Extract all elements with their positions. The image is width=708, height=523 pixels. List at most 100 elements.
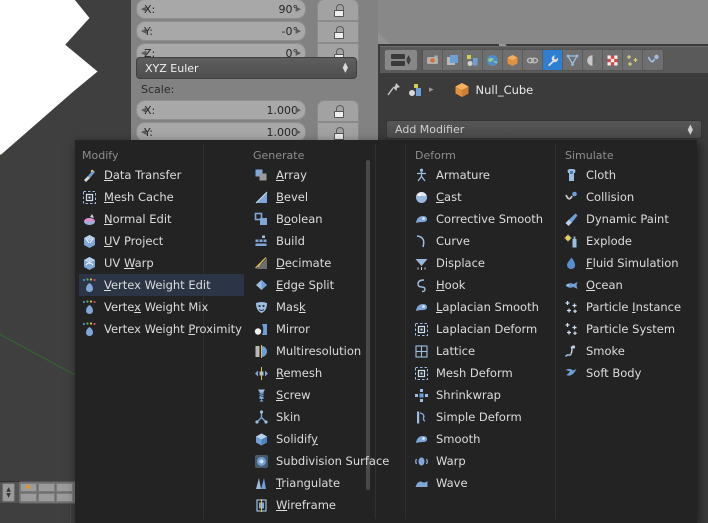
menu-item-hook[interactable]: Hook — [411, 274, 551, 296]
rotation-y-field[interactable]: ◀ Y: -0° ▶ — [136, 21, 306, 41]
warp-icon — [414, 454, 429, 469]
menu-item-array[interactable]: Array — [251, 164, 371, 186]
menu-item-fluid-simulation[interactable]: Fluid Simulation — [561, 252, 691, 274]
decrement-arrow-icon[interactable]: ◀ — [141, 128, 146, 136]
mesh-cache-icon — [82, 190, 97, 205]
scale-x-field[interactable]: ◀ X: 1.000 ▶ — [136, 100, 306, 120]
render-tab[interactable] — [423, 50, 443, 70]
menu-item-curve[interactable]: Curve — [411, 230, 551, 252]
menu-item-ocean[interactable]: Ocean — [561, 274, 691, 296]
increment-arrow-icon[interactable]: ▶ — [296, 49, 301, 57]
decrement-arrow-icon[interactable]: ◀ — [141, 5, 146, 13]
menu-item-mask[interactable]: Mask — [251, 296, 371, 318]
menu-item-wireframe[interactable]: Wireframe — [251, 494, 371, 516]
increment-arrow-icon[interactable]: ▶ — [296, 106, 301, 114]
menu-item-lattice[interactable]: Lattice — [411, 340, 551, 362]
add-modifier-menu[interactable]: Modify Generate Deform Simulate Data Tra… — [75, 140, 697, 523]
vertex-weight-edit-icon — [82, 277, 97, 293]
menu-item-mesh-cache[interactable]: Mesh Cache — [79, 186, 201, 208]
lock-rotation-y-button[interactable] — [317, 21, 359, 43]
lock-rotation-x-button[interactable] — [317, 0, 359, 21]
menu-item-mesh-deform[interactable]: Mesh Deform — [411, 362, 551, 384]
menu-item-multiresolution[interactable]: Multiresolution — [251, 340, 371, 362]
lock-scale-x-button[interactable] — [317, 100, 359, 122]
menu-item-smooth[interactable]: Smooth — [411, 428, 551, 450]
rotation-mode-dropdown[interactable]: XYZ Euler ▲ ▼ — [136, 57, 357, 79]
material-tab[interactable] — [583, 50, 603, 70]
texture-tab[interactable] — [603, 50, 623, 70]
menu-item-mirror[interactable]: Mirror — [251, 318, 371, 340]
menu-item-remesh[interactable]: Remesh — [251, 362, 371, 384]
menu-item-collision[interactable]: Collision — [561, 186, 691, 208]
menu-item-vertex-weight-proximity[interactable]: Vertex Weight Proximity — [79, 318, 244, 340]
area-splitter-handle[interactable] — [378, 32, 390, 44]
menu-item-decimate[interactable]: Decimate — [251, 252, 371, 274]
menu-item-particle-instance[interactable]: Particle Instance — [561, 296, 691, 318]
decrement-arrow-icon[interactable]: ◀ — [141, 27, 146, 35]
decrement-arrow-icon[interactable]: ◀ — [141, 106, 146, 114]
menu-item-vertex-weight-edit[interactable]: Vertex Weight Edit — [79, 274, 244, 296]
menu-item-build[interactable]: Build — [251, 230, 371, 252]
menu-item-subdivision-surface[interactable]: Subdivision Surface — [251, 450, 389, 472]
menu-item-bevel[interactable]: Bevel — [251, 186, 371, 208]
menu-item-screw[interactable]: Screw — [251, 384, 371, 406]
scene-icon[interactable] — [408, 83, 423, 98]
decrement-arrow-icon[interactable]: ◀ — [141, 49, 146, 57]
layer-cell[interactable] — [20, 483, 37, 492]
increment-arrow-icon[interactable]: ▶ — [296, 27, 301, 35]
menu-item-boolean[interactable]: Boolean — [251, 208, 371, 230]
properties-tab-strip[interactable] — [422, 49, 664, 71]
scene-tab[interactable] — [463, 50, 483, 70]
layer-cell[interactable] — [56, 493, 73, 502]
menu-item-skin[interactable]: Skin — [251, 406, 371, 428]
menu-item-warp[interactable]: Warp — [411, 450, 551, 472]
screw-icon — [254, 388, 269, 403]
viewport-spinner[interactable]: ▲ ▼ — [2, 483, 15, 502]
menu-item-corrective-smooth[interactable]: Corrective Smooth — [411, 208, 551, 230]
menu-item-simple-deform[interactable]: Simple Deform — [411, 406, 551, 428]
data-tab[interactable] — [563, 50, 583, 70]
increment-arrow-icon[interactable]: ▶ — [296, 5, 301, 13]
layer-cell[interactable] — [38, 493, 55, 502]
rotation-x-field[interactable]: ◀ X: 90° ▶ — [136, 0, 306, 19]
menu-item-wave[interactable]: Wave — [411, 472, 551, 494]
menu-item-laplacian-deform[interactable]: Laplacian Deform — [411, 318, 551, 340]
modifiers-tab[interactable] — [543, 50, 563, 70]
menu-item-solidify[interactable]: Solidify — [251, 428, 371, 450]
padlock-icon — [332, 25, 345, 39]
menu-item-data-transfer[interactable]: Data Transfer — [79, 164, 201, 186]
editor-type-selector[interactable]: ▲ ▼ — [384, 49, 418, 71]
render-layers-tab[interactable] — [443, 50, 463, 70]
menu-item-triangulate[interactable]: Triangulate — [251, 472, 371, 494]
menu-item-dynamic-paint[interactable]: Dynamic Paint — [561, 208, 691, 230]
pin-icon[interactable] — [386, 82, 402, 98]
particles-tab[interactable] — [623, 50, 643, 70]
menu-item-displace[interactable]: Displace — [411, 252, 551, 274]
constraints-tab[interactable] — [523, 50, 543, 70]
menu-item-shrinkwrap[interactable]: Shrinkwrap — [411, 384, 551, 406]
add-modifier-dropdown[interactable]: Add Modifier ▲ ▼ — [386, 120, 702, 139]
menu-item-cast[interactable]: Cast — [411, 186, 551, 208]
menu-item-uv-project[interactable]: UV Project — [79, 230, 201, 252]
menu-item-uv-warp[interactable]: UV Warp — [79, 252, 201, 274]
menu-item-edge-split[interactable]: Edge Split — [251, 274, 371, 296]
layer-cell[interactable] — [20, 493, 37, 502]
increment-arrow-icon[interactable]: ▶ — [296, 128, 301, 136]
menu-item-armature[interactable]: Armature — [411, 164, 551, 186]
object-tab[interactable] — [503, 50, 523, 70]
menu-item-laplacian-smooth[interactable]: Laplacian Smooth — [411, 296, 551, 318]
world-tab[interactable] — [483, 50, 503, 70]
menu-item-soft-body[interactable]: Soft Body — [561, 362, 691, 384]
menu-item-vertex-weight-mix[interactable]: Vertex Weight Mix — [79, 296, 244, 318]
menu-item-label: Warp — [436, 454, 466, 468]
menu-item-cloth[interactable]: Cloth — [561, 164, 691, 186]
scale-y-field[interactable]: ◀ Y: 1.000 ▶ — [136, 122, 306, 142]
layer-cell[interactable] — [56, 483, 73, 492]
menu-item-particle-system[interactable]: Particle System — [561, 318, 691, 340]
menu-item-smoke[interactable]: Smoke — [561, 340, 691, 362]
menu-item-label: Shrinkwrap — [436, 388, 501, 402]
layer-cell[interactable] — [38, 483, 55, 492]
physics-tab[interactable] — [643, 50, 663, 70]
menu-item-normal-edit[interactable]: Normal Edit — [79, 208, 201, 230]
menu-item-explode[interactable]: Explode — [561, 230, 691, 252]
